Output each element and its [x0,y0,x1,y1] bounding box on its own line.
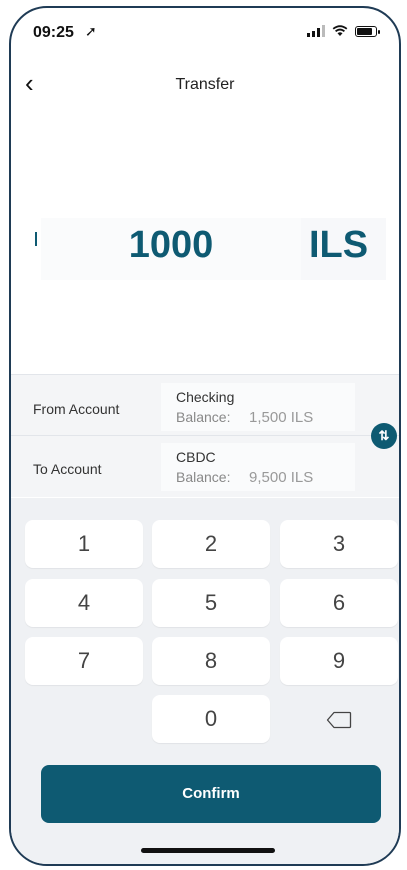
numeric-keypad: 1 2 3 4 5 6 7 8 9 0 Confirm [11,498,399,864]
key-0[interactable]: 0 [152,695,270,743]
to-account-label: To Account [33,461,102,477]
to-account-name: CBDC [176,449,216,465]
currency-code[interactable]: ILS [309,224,368,267]
key-1[interactable]: 1 [25,520,143,568]
status-time: 09:25 [33,24,74,41]
key-2[interactable]: 2 [152,520,270,568]
to-balance-label: Balance: [176,469,231,485]
key-9[interactable]: 9 [280,637,398,685]
status-icons [307,25,380,37]
account-selector: From Account Checking Balance: 1,500 ILS… [11,374,399,497]
from-account-row[interactable]: From Account Checking Balance: 1,500 ILS [11,377,399,436]
confirm-button[interactable]: Confirm [41,765,381,823]
page-title: Transfer [175,76,235,93]
phone-frame: 09:25 ➚ ‹ Transfer 1000 ILS From Account… [9,6,401,866]
key-6[interactable]: 6 [280,579,398,627]
swap-accounts-icon[interactable]: ⇅ [371,423,397,449]
key-8[interactable]: 8 [152,637,270,685]
key-3[interactable]: 3 [280,520,398,568]
wifi-icon [332,25,348,37]
key-7[interactable]: 7 [25,637,143,685]
home-indicator [141,848,275,853]
from-account-name: Checking [176,389,235,405]
amount-value[interactable]: 1000 [41,224,301,267]
key-4[interactable]: 4 [25,579,143,627]
from-balance-value: 1,500 ILS [249,409,314,426]
input-cursor [35,232,37,246]
battery-icon [355,26,380,37]
amount-display: 1000 ILS [11,208,399,288]
location-arrow-icon: ➚ [85,23,97,39]
key-5[interactable]: 5 [152,579,270,627]
to-balance-value: 9,500 ILS [249,469,314,486]
cellular-signal-icon [307,25,325,37]
from-account-label: From Account [33,401,120,417]
header: ‹ Transfer [11,66,399,102]
from-balance-label: Balance: [176,409,231,425]
status-bar: 09:25 ➚ [11,8,399,58]
backspace-icon[interactable] [280,695,398,743]
to-account-row[interactable]: To Account CBDC Balance: 9,500 ILS [11,437,399,495]
